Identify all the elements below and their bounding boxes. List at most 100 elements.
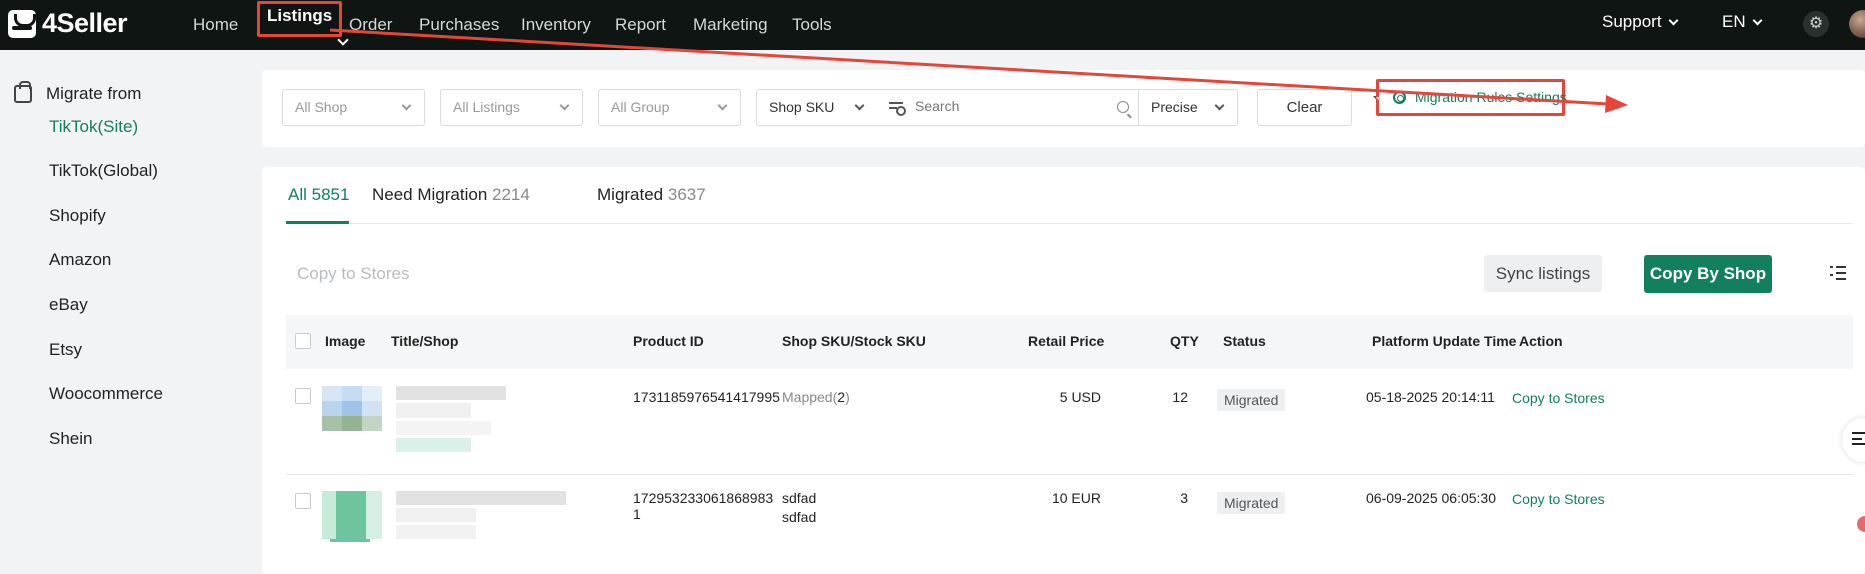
platform-update-time: 06-09-2025 06:05:30	[1366, 490, 1496, 506]
column-status: Status	[1223, 333, 1266, 349]
sku-mapped: Mapped(2)	[782, 389, 850, 405]
support-label: Support	[1602, 12, 1662, 31]
product-thumbnail[interactable]	[322, 491, 382, 551]
migrate-bag-icon	[14, 81, 32, 103]
copy-to-stores-button[interactable]: Copy to Stores	[297, 264, 409, 284]
column-product-id: Product ID	[633, 333, 704, 349]
sidebar-item-tiktok-global[interactable]: TikTok(Global)	[49, 161, 158, 181]
tab-all[interactable]: All 5851	[288, 185, 349, 205]
nav-report[interactable]: Report	[615, 10, 666, 40]
sync-listings-button[interactable]: Sync listings	[1484, 255, 1602, 292]
match-mode-select[interactable]: Precise	[1138, 89, 1238, 126]
filter-bar: All Shop All Listings All Group Shop SKU…	[262, 70, 1865, 147]
tab-need-migration-label: Need Migration	[372, 185, 488, 204]
group-select[interactable]: All Group	[598, 89, 741, 126]
column-retail-price: Retail Price	[1028, 333, 1105, 349]
column-action: Action	[1519, 333, 1563, 349]
sku-mapped-count[interactable]: 2	[837, 389, 845, 405]
tab-migrated-count: 3637	[667, 185, 706, 204]
search-box	[877, 89, 1139, 126]
chevron-down-icon	[401, 100, 412, 111]
nav-tools[interactable]: Tools	[792, 10, 832, 40]
logo-bag-icon	[8, 9, 36, 38]
status-badge: Migrated	[1217, 492, 1286, 514]
tab-migrated-label: Migrated	[597, 185, 664, 204]
sidebar-item-shein[interactable]: Shein	[49, 429, 92, 449]
copy-to-stores-link[interactable]: Copy to Stores	[1512, 390, 1605, 406]
listings-select[interactable]: All Listings	[440, 89, 583, 126]
match-mode-value: Precise	[1151, 99, 1198, 115]
language-menu[interactable]: EN	[1722, 12, 1763, 32]
chevron-down-icon	[1752, 15, 1763, 26]
tab-all-count: 5851	[311, 185, 350, 204]
chevron-down-icon	[717, 100, 728, 111]
product-title-blurred	[396, 491, 576, 551]
product-title-blurred	[396, 386, 556, 452]
top-navigation-bar: 4Seller Home Listings Order Purchases In…	[0, 0, 1865, 50]
nav-listings[interactable]: Listings	[257, 1, 343, 37]
nav-order[interactable]: Order	[349, 10, 392, 40]
tab-need-migration-count: 2214	[492, 185, 530, 204]
sidebar-title: Migrate from	[14, 81, 141, 104]
sidebar-item-amazon[interactable]: Amazon	[49, 250, 111, 270]
product-thumbnail[interactable]	[322, 386, 382, 446]
sidebar-item-etsy[interactable]: Etsy	[49, 340, 82, 360]
column-title-shop: Title/Shop	[391, 333, 459, 349]
retail-price: 5 USD	[1059, 389, 1101, 405]
sidebar-item-tiktok-site[interactable]: TikTok(Site)	[49, 117, 138, 137]
sidebar-item-shopify[interactable]: Shopify	[49, 206, 106, 226]
shop-select[interactable]: All Shop	[282, 89, 425, 126]
search-input[interactable]	[915, 98, 1105, 114]
logo-text: 4Seller	[42, 8, 128, 38]
chevron-down-icon	[854, 100, 865, 111]
copy-to-stores-link[interactable]: Copy to Stores	[1512, 491, 1605, 507]
chevron-down-icon	[1668, 15, 1678, 26]
product-id: 1731185976541417995	[633, 389, 780, 405]
retail-price: 10 EUR	[1051, 490, 1101, 506]
sidebar-item-ebay[interactable]: eBay	[49, 295, 88, 315]
tab-all-label: All	[288, 185, 307, 204]
sidebar: Migrate from TikTok(Site) TikTok(Global)…	[0, 50, 262, 574]
shop-select-value: All Shop	[295, 99, 348, 115]
sku-mapped-label: Mapped(	[782, 389, 838, 405]
search-icon[interactable]	[1117, 101, 1129, 113]
column-settings-icon[interactable]	[1830, 265, 1846, 281]
product-id: 172953233061868983	[633, 490, 774, 506]
tab-migrated[interactable]: Migrated 3637	[597, 185, 706, 205]
menu-lines-icon	[1852, 432, 1865, 446]
clear-button[interactable]: Clear	[1257, 89, 1352, 126]
nav-purchases[interactable]: Purchases	[419, 10, 499, 40]
language-label: EN	[1722, 12, 1746, 31]
column-sku: Shop SKU/Stock SKU	[782, 333, 926, 349]
sku-mapped-close: )	[845, 389, 850, 405]
settings-gear-icon[interactable]: ⚙	[1803, 11, 1829, 37]
support-menu[interactable]: Support	[1602, 12, 1678, 32]
quantity: 12	[1172, 389, 1188, 405]
group-select-value: All Group	[611, 99, 670, 115]
migration-rules-settings-button[interactable]: Migration Rules Settings	[1376, 79, 1567, 116]
row-checkbox[interactable]	[295, 493, 311, 509]
sku-type-select[interactable]: Shop SKU	[756, 89, 878, 126]
select-all-checkbox[interactable]	[295, 333, 311, 349]
search-list-icon	[889, 102, 906, 116]
product-id-wrap: 1	[633, 506, 641, 522]
row-checkbox[interactable]	[295, 388, 311, 404]
listings-panel: All 5851 Need Migration 2214 Migrated 36…	[262, 167, 1865, 574]
chevron-down-icon	[1214, 100, 1225, 111]
app-logo[interactable]: 4Seller	[8, 8, 128, 39]
nav-home[interactable]: Home	[193, 10, 238, 40]
chevron-down-icon	[559, 100, 570, 111]
migration-rules-label: Migration Rules Settings	[1415, 89, 1567, 105]
tab-need-migration[interactable]: Need Migration 2214	[372, 185, 530, 205]
copy-by-shop-button[interactable]: Copy By Shop	[1644, 255, 1772, 293]
table-header: Image Title/Shop Product ID Shop SKU/Sto…	[286, 315, 1853, 369]
sidebar-item-woocommerce[interactable]: Woocommerce	[49, 384, 163, 404]
status-badge: Migrated	[1217, 389, 1286, 411]
nav-inventory[interactable]: Inventory	[521, 10, 591, 40]
active-tab-indicator	[286, 221, 349, 224]
column-update-time: Platform Update Time	[1372, 333, 1517, 349]
platform-update-time: 05-18-2025 20:14:11	[1366, 389, 1495, 405]
nav-marketing[interactable]: Marketing	[693, 10, 768, 40]
sku-type-value: Shop SKU	[769, 99, 835, 115]
user-avatar[interactable]	[1849, 10, 1865, 38]
